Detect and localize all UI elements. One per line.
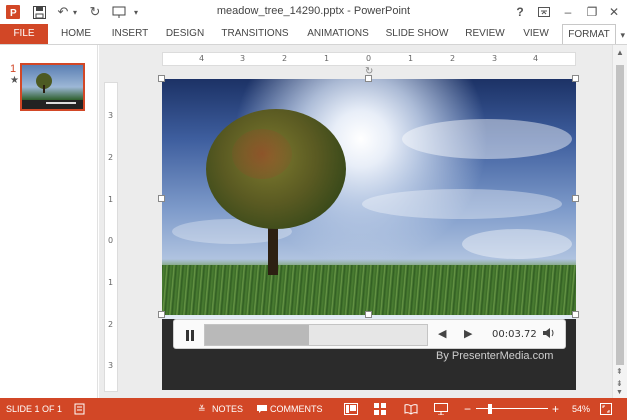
fit-slide-icon[interactable] [600,398,612,420]
ruler-mark: 0 [366,54,372,63]
slide-thumbnail[interactable] [20,63,85,111]
ruler-mark: 1 [108,195,114,204]
grass-field [162,265,576,315]
ruler-mark: 4 [533,54,539,63]
cloud [362,189,562,219]
pause-button[interactable] [180,326,200,344]
rotate-handle-icon[interactable]: ↻ [365,66,373,77]
media-progress-bar[interactable] [204,324,428,346]
move-forward-icon[interactable]: ▶ [464,327,472,340]
expand-ribbon-icon[interactable]: ▾ [620,30,625,41]
tab-animations[interactable]: ANIMATIONS [300,24,376,44]
ruler-mark: 2 [282,54,288,63]
tab-view[interactable]: VIEW [516,24,556,44]
slide-indicator: SLIDE 1 OF 1 [6,404,63,414]
slide-credit: By PresenterMedia.com [436,350,554,362]
window-title: meadow_tree_14290.pptx - PowerPoint [216,5,411,17]
tab-design[interactable]: DESIGN [162,24,208,44]
pause-icon-bar [191,329,194,341]
media-controls: ◀ ▶ 00:03.72 [173,319,566,349]
reading-view-icon[interactable] [404,398,418,420]
scrollbar-thumb[interactable] [616,65,624,365]
resize-handle[interactable] [572,311,579,318]
ruler-mark: 2 [450,54,456,63]
tab-transitions[interactable]: TRANSITIONS [216,24,294,44]
notes-icon[interactable]: ≚ [198,398,206,420]
normal-view-icon[interactable] [344,398,358,420]
ruler-mark: 0 [108,236,114,245]
title-bar: P ↶ ▾ ↻ ▾ meadow_tree_14290.pptx - Power… [0,0,627,24]
ruler-mark: 4 [199,54,205,63]
scroll-up-icon[interactable]: ▲ [616,48,624,57]
cloud [462,229,572,259]
help-button[interactable]: ? [510,3,530,21]
ruler-mark: 1 [324,54,330,63]
resize-handle[interactable] [572,75,579,82]
move-back-icon[interactable]: ◀ [438,327,446,340]
ruler-mark: 3 [108,361,114,370]
slide-thumbnail-pane: 1 ★ [0,45,98,398]
ruler-mark: 3 [108,111,114,120]
ruler-mark: 1 [108,278,114,287]
ruler-mark: 2 [108,153,114,162]
thumbnail-trunk [43,85,45,93]
ribbon-display-options-icon[interactable] [534,3,554,21]
ruler-mark: 3 [492,54,498,63]
zoom-level[interactable]: 54% [572,398,590,420]
tab-review[interactable]: REVIEW [460,24,510,44]
tab-format[interactable]: FORMAT [562,24,616,46]
next-slide-icon[interactable]: ⇟ [616,379,623,388]
horizontal-ruler: 4 3 2 1 0 1 2 3 4 [162,52,576,66]
resize-handle[interactable] [365,311,372,318]
notes-button[interactable]: NOTES [212,398,243,420]
volume-icon[interactable] [542,326,556,343]
zoom-in-icon[interactable]: + [552,398,559,420]
powerpoint-window: P ↶ ▾ ↻ ▾ meadow_tree_14290.pptx - Power… [0,0,627,420]
close-icon[interactable]: ✕ [604,3,624,21]
spelling-check-icon[interactable] [74,398,86,420]
comments-button[interactable]: COMMENTS [270,398,323,420]
ribbon-tabs: FILE HOME INSERT DESIGN TRANSITIONS ANIM… [0,24,627,46]
zoom-slider-handle[interactable] [488,404,492,414]
minimize-icon[interactable]: – [558,3,578,21]
tab-file[interactable]: FILE [0,24,48,44]
media-progress-fill [205,325,310,345]
thumbnail-caption [46,102,76,104]
comments-icon[interactable] [256,398,268,420]
ruler-mark: 1 [408,54,414,63]
slide-sorter-icon[interactable] [374,398,386,420]
tab-insert[interactable]: INSERT [106,24,154,44]
zoom-out-icon[interactable]: − [464,398,471,420]
scroll-down-icon[interactable]: ▼ [616,389,623,396]
tab-slide-show[interactable]: SLIDE SHOW [384,24,450,44]
pause-icon [186,329,189,341]
animation-marker-icon: ★ [10,75,19,86]
ruler-mark: 3 [240,54,246,63]
vertical-scrollbar[interactable]: ▲ ⇞ ⇟ ▼ [612,45,627,398]
tab-home[interactable]: HOME [54,24,98,44]
resize-handle[interactable] [158,195,165,202]
status-bar: SLIDE 1 OF 1 ≚ NOTES COMMENTS − + 54% [0,398,627,420]
resize-handle[interactable] [158,75,165,82]
vertical-ruler: 3 2 1 0 1 2 3 [104,82,118,392]
ruler-mark: 2 [108,320,114,329]
slide-number: 1 [10,63,17,75]
media-time: 00:03.72 [492,329,537,340]
cloud [402,119,572,159]
zoom-slider-track[interactable] [476,408,548,409]
resize-handle[interactable] [572,195,579,202]
resize-handle[interactable] [158,311,165,318]
tree-canopy-highlight [232,129,292,179]
previous-slide-icon[interactable]: ⇞ [616,367,623,376]
slide-show-icon[interactable] [434,398,448,420]
restore-icon[interactable]: ❐ [582,3,602,21]
